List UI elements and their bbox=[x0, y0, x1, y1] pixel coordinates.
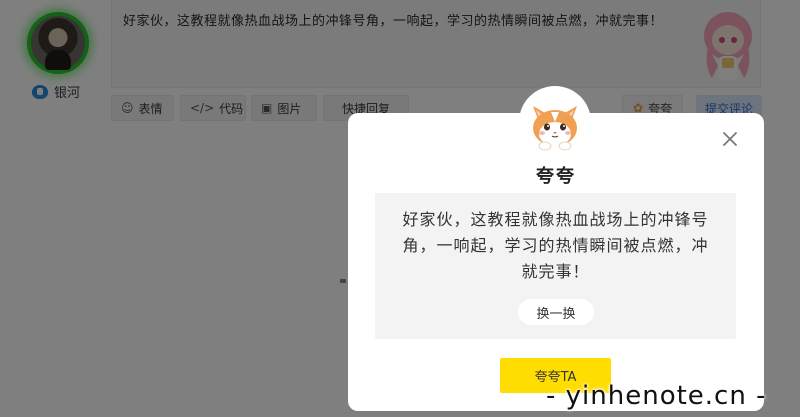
change-quote-button[interactable]: 换一换 bbox=[518, 299, 594, 325]
modal-title: 夸夸 bbox=[536, 166, 576, 187]
cat-icon bbox=[533, 106, 577, 151]
quote-text: 好家伙，这教程就像热血战场上的冲锋号角，一响起，学习的热情瞬间被点燃，冲就完事！ bbox=[402, 210, 709, 281]
site-watermark: - yinhenote.cn - bbox=[546, 381, 767, 411]
cat-avatar-bubble bbox=[519, 86, 591, 158]
quote-box: 好家伙，这教程就像热血战场上的冲锋号角，一响起，学习的热情瞬间被点燃，冲就完事！… bbox=[375, 193, 736, 339]
comment-page: 银河 好家伙，这教程就像热血战场上的冲锋号角，一响起，学习的热情瞬间被点燃，冲就… bbox=[0, 0, 800, 417]
close-icon[interactable] bbox=[720, 129, 740, 149]
